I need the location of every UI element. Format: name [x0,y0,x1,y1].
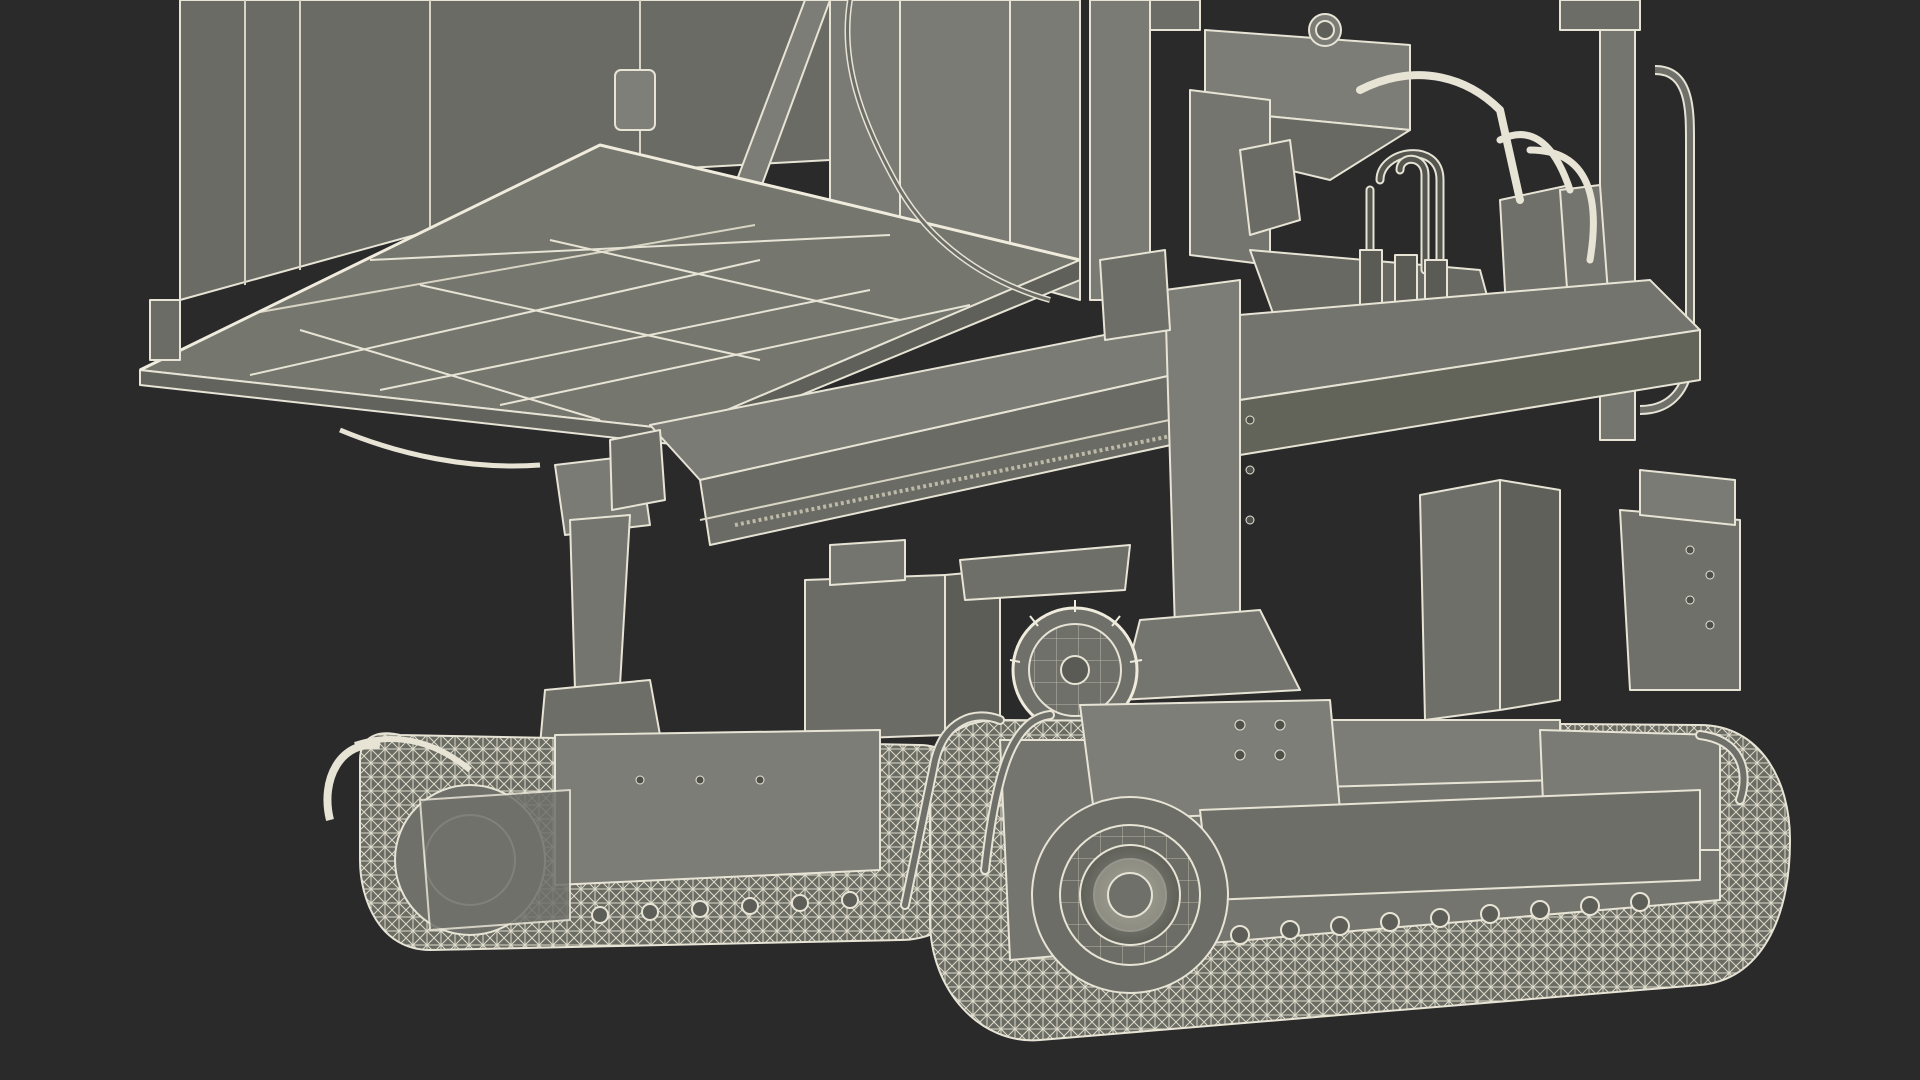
wireframe-render [139,0,1791,1042]
right-tank [1419,469,1741,721]
left-support-leg [539,429,666,746]
rear-track [323,729,991,951]
front-idler-wheel [1031,796,1229,994]
render-viewport [0,0,1920,1080]
